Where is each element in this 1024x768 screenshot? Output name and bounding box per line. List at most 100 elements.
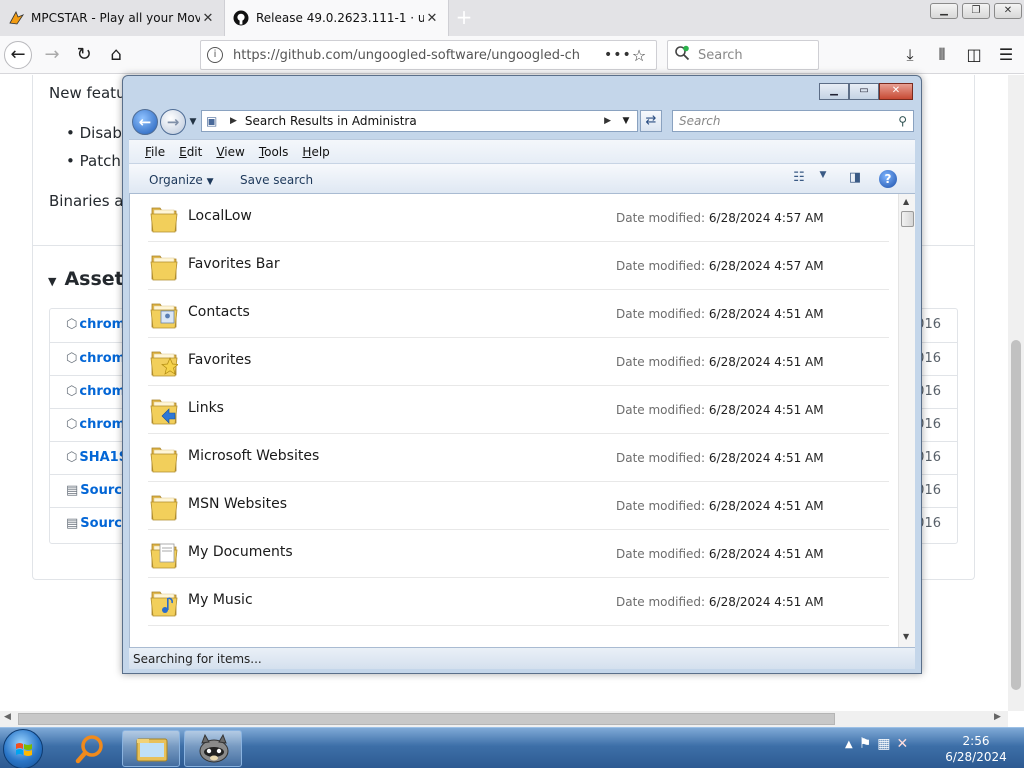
back-button[interactable]: ← — [132, 109, 158, 135]
taskbar-raccoon-app[interactable] — [184, 730, 242, 767]
address-dropdown-icon[interactable]: ▼ — [619, 116, 633, 126]
save-search-button[interactable]: Save search — [240, 173, 313, 187]
file-list-item[interactable]: Links Date modified: 6/28/2024 4:51 AM — [148, 386, 889, 434]
menu-view[interactable]: View — [216, 145, 244, 159]
windows-logo-icon — [16, 743, 32, 756]
folder-icon — [150, 490, 178, 522]
item-name: Contacts — [188, 304, 250, 320]
view-dropdown-icon[interactable]: ▼ — [813, 170, 833, 188]
page-horizontal-scrollbar[interactable]: ◀ ▶ — [0, 711, 1008, 727]
menu-file[interactable]: File — [145, 145, 165, 159]
explorer-title-bar[interactable]: ▁ ▭ ✕ — [123, 76, 921, 106]
date-value: 6/28/2024 4:51 AM — [708, 595, 824, 609]
date-label: Date modified: — [616, 595, 706, 609]
help-icon[interactable]: ? — [879, 170, 897, 188]
date-label: Date modified: — [616, 355, 706, 369]
file-list-item[interactable]: LocalLow Date modified: 6/28/2024 4:57 AM — [148, 194, 889, 242]
minimize-button[interactable]: ▁ — [819, 83, 849, 100]
library-icon[interactable]: ⫴ — [928, 41, 956, 69]
forward-button[interactable]: → — [160, 109, 186, 135]
scroll-left-icon[interactable]: ◀ — [4, 712, 11, 722]
forward-button[interactable]: → — [38, 41, 66, 69]
url-bar[interactable]: i https://github.com/ungoogled-software/… — [200, 40, 657, 70]
menu-help[interactable]: Help — [302, 145, 329, 159]
view-options-icon[interactable]: ☷ — [789, 170, 809, 188]
file-list-item[interactable]: My Documents Date modified: 6/28/2024 4:5… — [148, 530, 889, 578]
back-button[interactable]: ← — [4, 41, 32, 69]
close-button[interactable]: ✕ — [879, 83, 913, 100]
recent-pages-dropdown[interactable]: ▼ — [187, 109, 199, 135]
tab-github-release[interactable]: Release 49.0.2623.111-1 · ungoo ✕ — [224, 0, 449, 36]
maximize-button[interactable]: ▭ — [849, 83, 879, 100]
menu-edit[interactable]: Edit — [179, 145, 202, 159]
file-list-item[interactable]: MSN Websites Date modified: 6/28/2024 4:5… — [148, 482, 889, 530]
asset-link[interactable]: ⬡ chrom — [66, 417, 125, 432]
file-list-item[interactable]: Favorites Date modified: 6/28/2024 4:51 A… — [148, 338, 889, 386]
asset-name: chrom — [79, 351, 126, 366]
start-button[interactable] — [3, 729, 43, 768]
bullet-text: Patch — [79, 152, 121, 170]
preview-pane-icon[interactable]: ◨ — [845, 170, 865, 188]
scrollbar-thumb[interactable] — [18, 713, 835, 725]
file-list-item[interactable]: Favorites Bar Date modified: 6/28/2024 4:… — [148, 242, 889, 290]
breadcrumb-arrow-icon[interactable]: ▶ — [230, 116, 237, 126]
asset-link[interactable]: ⬡ chrom — [66, 317, 125, 332]
action-center-flag-icon[interactable]: ⚑ — [859, 736, 872, 754]
organize-label: Organize — [149, 173, 203, 187]
date-label: Date modified: — [616, 211, 706, 225]
command-bar: Organize ▼ Save search ☷ ▼ ◨ ? — [129, 163, 915, 194]
search-icon[interactable]: ⚲ — [898, 114, 907, 128]
close-tab-icon[interactable]: ✕ — [200, 11, 216, 26]
explorer-search-box[interactable]: Search ⚲ — [672, 110, 914, 132]
asset-link[interactable]: ⬡ chrom — [66, 351, 125, 366]
breadcrumb-arrow-icon[interactable]: ▶ — [604, 116, 611, 126]
volume-muted-icon[interactable]: ✕ — [897, 736, 909, 754]
scroll-up-icon[interactable]: ▲ — [903, 197, 909, 206]
scrollbar-thumb[interactable] — [1011, 340, 1021, 690]
clock[interactable]: 2:56 6/28/2024 — [940, 733, 1012, 765]
show-hidden-icons-icon[interactable]: ▲ — [845, 736, 853, 754]
taskbar-search-app[interactable] — [62, 730, 120, 767]
organize-button[interactable]: Organize ▼ — [149, 173, 214, 187]
date-label: Date modified: — [616, 307, 706, 321]
file-list-scrollbar[interactable]: ▲ ▼ — [898, 194, 915, 647]
explorer-window-controls: ▁ ▭ ✕ — [819, 83, 913, 100]
browser-search-box[interactable]: Search — [667, 40, 819, 70]
hamburger-menu-icon[interactable]: ☰ — [992, 41, 1020, 69]
tab-mpcstar[interactable]: MPCSTAR - Play all your Movie ✕ — [0, 0, 224, 36]
page-actions-icon[interactable]: ••• — [604, 47, 631, 63]
favorites-folder-icon — [150, 346, 179, 378]
scrollbar-thumb[interactable] — [901, 211, 914, 227]
close-button[interactable]: ✕ — [994, 3, 1022, 19]
downloads-icon[interactable]: ⤓ — [896, 41, 924, 69]
new-tab-button[interactable]: + — [452, 6, 476, 30]
bookmark-star-icon[interactable]: ☆ — [628, 46, 650, 65]
asset-link[interactable]: ⬡ chrom — [66, 384, 125, 399]
address-bar[interactable]: ▣ ▶ Search Results in Administra ▶ ▼ — [201, 110, 638, 132]
page-vertical-scrollbar[interactable] — [1008, 75, 1024, 711]
reload-button[interactable]: ↻ — [70, 41, 98, 69]
binaries-text: Binaries ar — [49, 192, 130, 210]
network-icon[interactable]: ▦ — [877, 736, 890, 754]
asset-link[interactable]: ⬡ SHA1S — [66, 450, 128, 465]
scroll-down-icon[interactable]: ▼ — [903, 632, 909, 641]
maximize-button[interactable]: ❐ — [962, 3, 990, 19]
close-tab-icon[interactable]: ✕ — [424, 11, 440, 26]
file-list-item[interactable]: Microsoft Websites Date modified: 6/28/20… — [148, 434, 889, 482]
scroll-right-icon[interactable]: ▶ — [994, 712, 1001, 722]
file-list-item[interactable]: Contacts Date modified: 6/28/2024 4:51 AM — [148, 290, 889, 338]
taskbar-explorer-app[interactable] — [122, 730, 180, 767]
package-icon: ⬡ — [66, 384, 78, 399]
search-placeholder: Search — [679, 114, 721, 128]
info-icon[interactable]: i — [207, 47, 223, 63]
menu-tools[interactable]: Tools — [259, 145, 289, 159]
refresh-button[interactable]: ⇄ — [640, 110, 662, 132]
item-name: Favorites — [188, 352, 252, 368]
item-name: My Music — [188, 592, 253, 608]
minimize-button[interactable]: ▁ — [930, 3, 958, 19]
file-list-item[interactable]: My Music Date modified: 6/28/2024 4:51 AM — [148, 578, 889, 626]
home-button[interactable]: ⌂ — [102, 41, 130, 69]
new-features-text: New featu — [49, 84, 126, 102]
sidebar-icon[interactable]: ◫ — [960, 41, 988, 69]
bullet-text: Disabl — [79, 124, 127, 142]
